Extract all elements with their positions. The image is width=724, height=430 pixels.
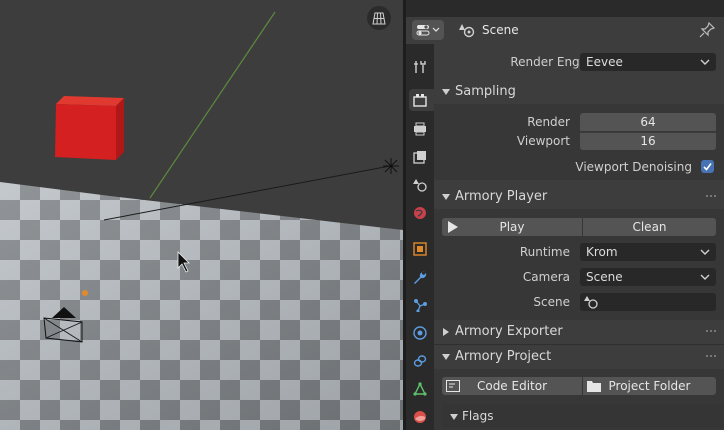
tab-data[interactable] (409, 378, 431, 400)
tab-output[interactable] (409, 118, 431, 140)
output-icon (414, 122, 426, 136)
tab-modifier[interactable] (409, 266, 431, 288)
chevron-down-icon (700, 274, 710, 280)
expand-triangle-icon (442, 194, 450, 200)
scene-label: Scene (533, 295, 570, 309)
tab-view-layer[interactable] (409, 146, 431, 168)
tab-render[interactable] (409, 89, 434, 111)
y-axis-line (149, 11, 276, 199)
camera-dropdown[interactable]: Scene (580, 268, 716, 286)
render-icon (413, 94, 427, 107)
properties-content: Render Engine Eevee Sampling Render 64 V… (434, 44, 724, 430)
chevron-down-icon (700, 249, 710, 255)
armory-player-panel-body: Play Clean Runtime Krom Camera Scene Sce… (434, 209, 724, 320)
viewport-samples-label: Viewport (516, 134, 570, 148)
armory-exporter-title: Armory Exporter (455, 324, 563, 339)
render-samples-label: Render (527, 115, 570, 129)
expand-triangle-icon (442, 354, 450, 360)
tab-scene[interactable] (409, 174, 431, 196)
play-icon (448, 221, 458, 233)
viewport-toggle-button[interactable] (367, 6, 391, 30)
tab-physics[interactable] (409, 322, 431, 344)
flags-title: Flags (462, 409, 494, 423)
object-icon (413, 242, 427, 256)
viewport-scene (0, 11, 403, 430)
tab-constraints[interactable] (409, 350, 431, 372)
armory-exporter-panel-header[interactable]: Armory Exporter (434, 320, 724, 344)
project-folder-button[interactable]: Project Folder (583, 377, 716, 395)
runtime-value: Krom (586, 245, 618, 259)
checker-floor (0, 182, 403, 430)
viewport-denoising-label: Viewport Denoising (575, 160, 692, 174)
constraints-icon (413, 355, 427, 367)
properties-header: Scene (406, 17, 724, 44)
play-button[interactable]: Play (442, 218, 582, 236)
project-folder-label: Project Folder (608, 379, 691, 393)
armory-player-title: Armory Player (455, 189, 548, 204)
top-strip (406, 0, 724, 17)
properties-editor-icon (416, 25, 440, 36)
flags-subpanel-header[interactable]: Flags (442, 404, 724, 428)
camera-label: Camera (522, 270, 570, 284)
checkmark-icon (703, 163, 712, 171)
viewport-samples-field[interactable]: 16 (580, 132, 716, 150)
render-engine-dropdown[interactable]: Eevee (580, 53, 716, 71)
sampling-title: Sampling (455, 84, 516, 99)
cube-object (55, 96, 124, 160)
expand-triangle-icon (450, 414, 458, 420)
folder-icon (587, 381, 601, 392)
grid-view-icon (372, 12, 386, 25)
properties-editor: Scene Render Engine Eevee Sampling Rende… (406, 0, 724, 430)
drag-grip-icon[interactable] (706, 330, 718, 334)
properties-tabs (406, 44, 434, 430)
code-editor-icon (446, 380, 460, 392)
tool-icon (414, 61, 426, 73)
tab-tool[interactable] (409, 56, 431, 78)
scene-tab-icon (413, 179, 427, 192)
context-name: Scene (482, 23, 519, 37)
scene-field[interactable] (580, 293, 716, 311)
play-label: Play (499, 220, 525, 234)
light-icon (383, 158, 399, 174)
viewport-denoising-checkbox[interactable] (701, 160, 714, 173)
pin-icon[interactable] (698, 21, 716, 39)
expand-triangle-icon (442, 89, 450, 95)
editor-type-button[interactable] (412, 20, 444, 40)
tab-particles[interactable] (409, 294, 431, 316)
view-layer-icon (413, 151, 426, 164)
origin-dot (82, 290, 88, 296)
tab-material[interactable] (409, 406, 431, 428)
render-engine-value: Eevee (586, 55, 623, 69)
armory-project-panel-body: Code Editor Project Folder Flags (434, 369, 724, 430)
mesh-data-icon (413, 382, 427, 396)
material-icon (414, 411, 426, 423)
chevron-down-icon (700, 59, 710, 65)
runtime-label: Runtime (519, 245, 570, 259)
code-editor-button[interactable]: Code Editor (442, 377, 582, 395)
armory-player-panel-header[interactable]: Armory Player (434, 185, 724, 209)
clean-button[interactable]: Clean (583, 218, 716, 236)
particles-icon (414, 299, 427, 312)
code-editor-label: Code Editor (476, 379, 548, 393)
armory-project-panel-header[interactable]: Armory Project (434, 344, 724, 369)
3d-viewport[interactable] (0, 0, 403, 430)
sampling-panel-body: Render 64 Viewport 16 Viewport Denoising (434, 104, 724, 180)
wrench-icon (414, 271, 427, 284)
sampling-panel-header[interactable]: Sampling (434, 80, 724, 104)
camera-value: Scene (586, 270, 623, 284)
collapse-triangle-icon (443, 328, 449, 336)
physics-icon (413, 326, 427, 340)
render-samples-field[interactable]: 64 (580, 113, 716, 131)
tab-world[interactable] (409, 202, 431, 224)
scene-icon (584, 296, 598, 309)
drag-grip-icon[interactable] (706, 195, 718, 199)
tab-object[interactable] (409, 238, 431, 260)
scene-icon (459, 24, 475, 38)
drag-grip-icon[interactable] (706, 355, 718, 359)
runtime-dropdown[interactable]: Krom (580, 243, 716, 261)
world-icon (414, 207, 426, 219)
armory-project-title: Armory Project (455, 349, 552, 364)
